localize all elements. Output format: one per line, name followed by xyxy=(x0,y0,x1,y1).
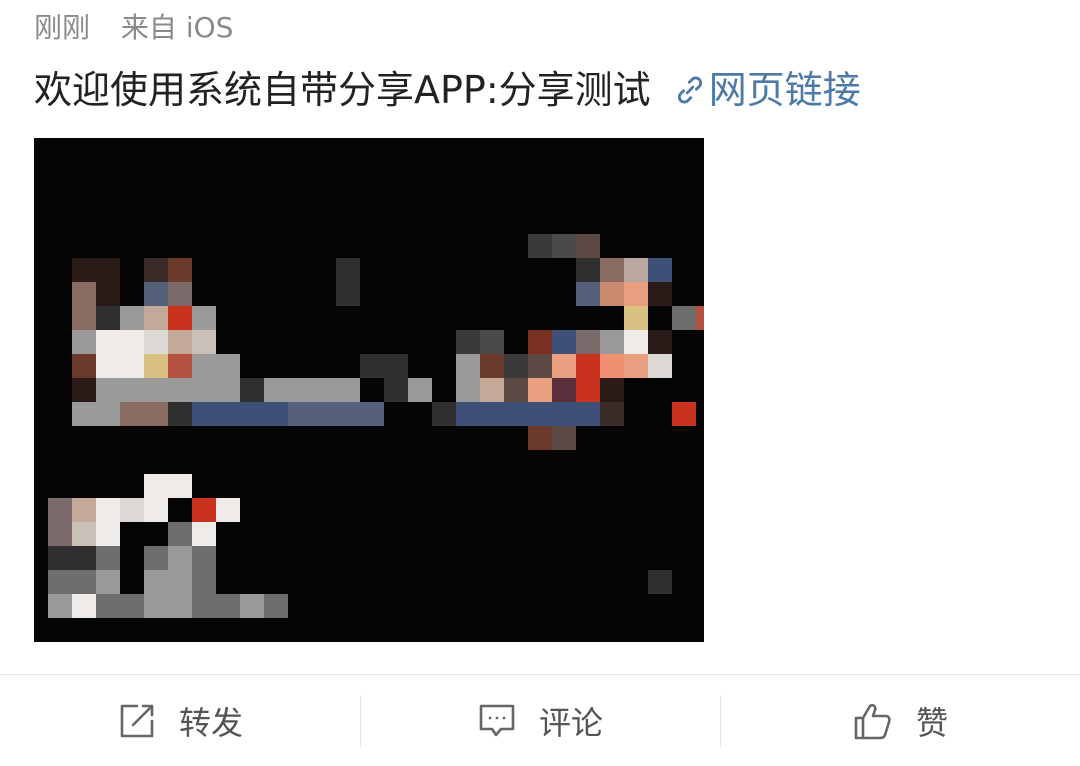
like-label: 赞 xyxy=(915,703,948,742)
web-link[interactable]: 网页链接 xyxy=(673,68,861,112)
post-image[interactable] xyxy=(24,138,704,642)
weibo-post-card: 刚刚 来自 iOS 欢迎使用系统自带分享APP:分享测试 网页链接 转发 评论 … xyxy=(0,0,1080,766)
repost-label: 转发 xyxy=(178,703,243,742)
web-link-label: 网页链接 xyxy=(708,68,861,112)
action-bar: 转发 评论 赞 xyxy=(0,675,1080,766)
like-button[interactable]: 赞 xyxy=(720,675,1080,766)
post-source: 来自 iOS xyxy=(120,11,234,44)
pixelated-photo xyxy=(34,138,704,642)
like-icon xyxy=(854,703,891,739)
comment-button[interactable]: 评论 xyxy=(360,675,720,766)
post-time: 刚刚 xyxy=(34,11,91,44)
comment-label: 评论 xyxy=(538,703,603,742)
repost-icon xyxy=(120,704,154,737)
post-content: 欢迎使用系统自带分享APP:分享测试 网页链接 xyxy=(34,64,861,116)
link-icon xyxy=(677,76,702,104)
post-meta: 刚刚 来自 iOS xyxy=(34,8,233,48)
post-text: 欢迎使用系统自带分享APP:分享测试 xyxy=(34,68,651,112)
comment-icon xyxy=(479,704,515,736)
repost-button[interactable]: 转发 xyxy=(0,675,360,766)
